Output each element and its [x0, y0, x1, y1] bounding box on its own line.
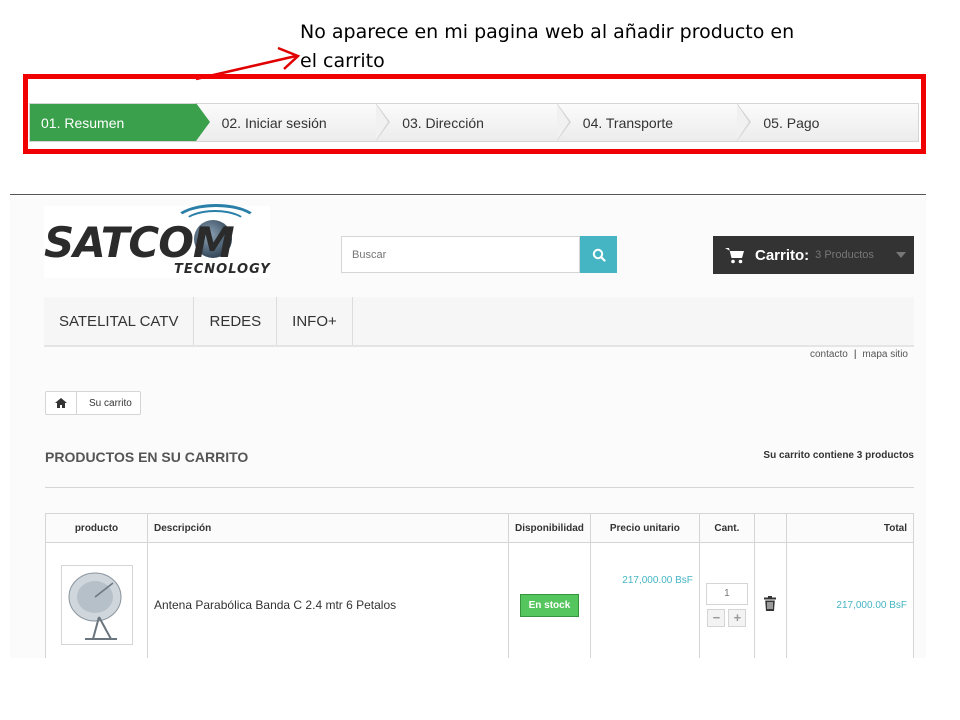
unit-price: 217,000.00 BsF [589, 542, 700, 658]
cart-summary: Su carrito contiene 3 productos [763, 450, 914, 461]
cart-table: producto Descripción Disponibilidad Prec… [45, 513, 915, 658]
minus-button[interactable]: − [707, 609, 726, 627]
header-product: producto [45, 513, 148, 543]
divider [10, 194, 926, 195]
cart-count: 3 Productos [815, 249, 874, 261]
breadcrumb-home[interactable] [46, 392, 77, 414]
product-image[interactable] [60, 565, 133, 645]
product-description[interactable]: Antena Parabólica Banda C 2.4 mtr 6 Peta… [147, 542, 509, 658]
header-delete [753, 513, 787, 543]
shop-page: SATCOM TECNOLOGY Carrito: 3 Productos SA… [10, 196, 926, 658]
delete-cell [753, 542, 787, 658]
annotation-highlight-box [23, 74, 926, 154]
top-links: contacto | mapa sitio [810, 349, 908, 360]
logo[interactable]: SATCOM TECNOLOGY [44, 204, 271, 278]
table-row: Antena Parabólica Banda C 2.4 mtr 6 Peta… [45, 542, 915, 658]
main-menu: SATELITAL CATV REDES INFO+ [44, 297, 914, 347]
search-input[interactable] [341, 236, 580, 273]
separator: | [853, 349, 857, 360]
quantity-input[interactable]: 1 [705, 583, 748, 605]
breadcrumb-current: Su carrito [89, 397, 132, 409]
logo-text: SATCOM [44, 218, 235, 267]
contact-link[interactable]: contacto [810, 349, 848, 360]
header-unit-price: Precio unitario [589, 513, 700, 543]
trash-icon[interactable] [764, 596, 777, 611]
chevron-down-icon [896, 252, 906, 258]
menu-item-satelital[interactable]: SATELITAL CATV [44, 297, 195, 345]
shopping-cart-icon [725, 247, 744, 263]
header-description: Descripción [147, 513, 509, 543]
menu-item-info[interactable]: INFO+ [277, 297, 353, 345]
logo-subtitle: TECNOLOGY [174, 262, 271, 277]
availability-cell: En stock [508, 542, 591, 658]
home-icon [55, 398, 67, 408]
quantity-stepper: − + [706, 609, 748, 627]
header-total: Total [785, 513, 915, 543]
product-cell [45, 542, 148, 658]
header-qty: Cant. [698, 513, 755, 543]
cart-label: Carrito: [755, 246, 810, 264]
cart-button[interactable]: Carrito: 3 Productos [713, 236, 914, 274]
row-total: 217,000.00 BsF [785, 542, 915, 658]
sitemap-link[interactable]: mapa sitio [862, 349, 908, 360]
status-badge: En stock [519, 593, 580, 617]
page-title: PRODUCTOS EN SU CARRITO [45, 449, 249, 465]
plus-button[interactable]: + [728, 609, 747, 627]
satellite-dish-image [68, 572, 121, 640]
search-icon [592, 248, 606, 262]
search-button[interactable] [580, 236, 617, 273]
table-header-row: producto Descripción Disponibilidad Prec… [45, 513, 915, 543]
breadcrumb: Su carrito [45, 391, 141, 415]
header-availability: Disponibilidad [508, 513, 591, 543]
menu-item-redes[interactable]: REDES [194, 297, 278, 345]
search-bar [341, 236, 617, 273]
heading-divider [45, 487, 914, 488]
qty-cell: 1 − + [698, 542, 755, 658]
